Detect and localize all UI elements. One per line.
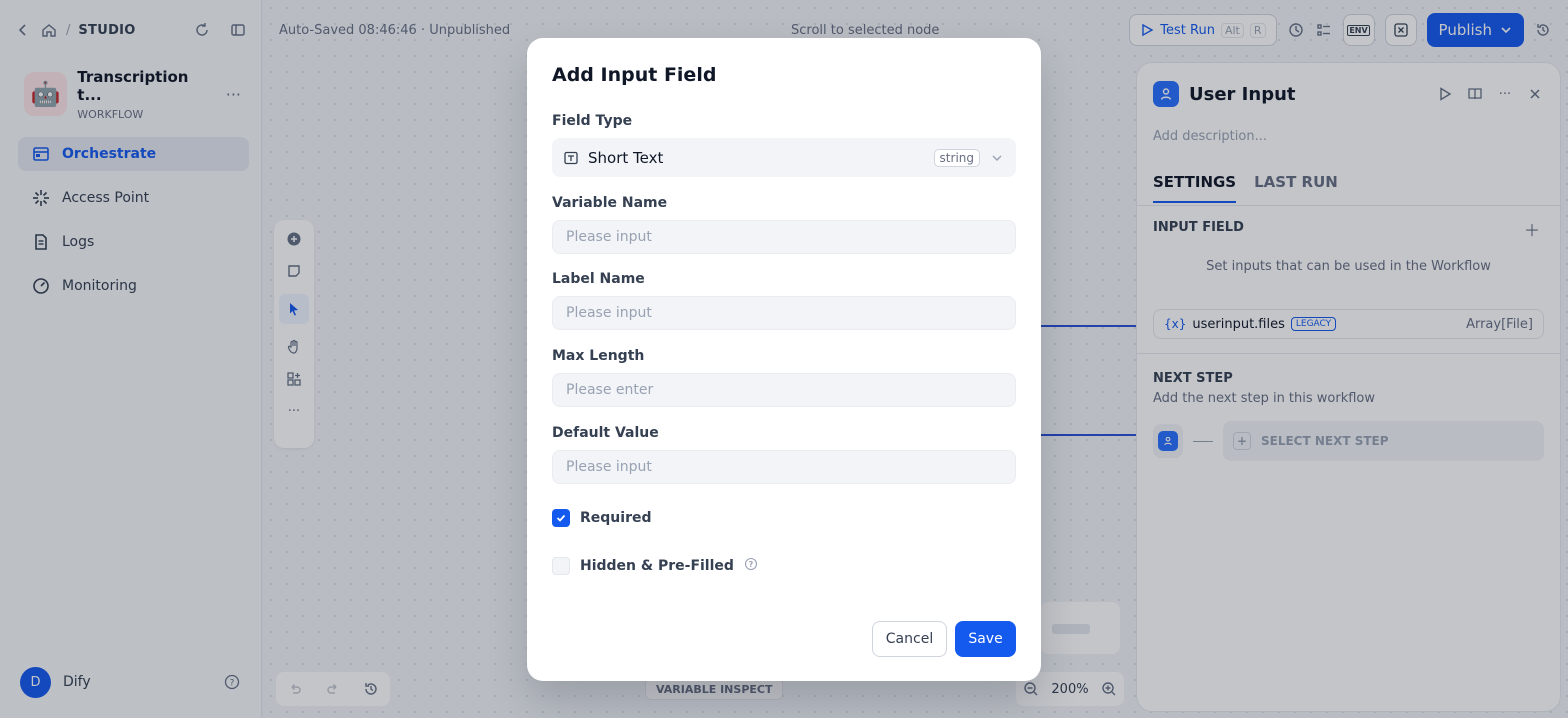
default-value-label: Default Value <box>552 425 659 441</box>
check-icon <box>556 514 566 522</box>
label-name-label: Label Name <box>552 271 645 287</box>
default-value-field[interactable] <box>552 450 1016 484</box>
max-length-label: Max Length <box>552 348 645 364</box>
label-name-field[interactable] <box>552 296 1016 330</box>
field-type-select[interactable]: Short Text string <box>552 138 1016 177</box>
field-type-tag: string <box>933 148 980 167</box>
required-label: Required <box>580 510 652 526</box>
field-type-label: Field Type <box>552 113 633 129</box>
dialog-title: Add Input Field <box>552 64 717 86</box>
required-checkbox-row[interactable]: Required <box>552 509 651 527</box>
svg-text:?: ? <box>749 560 754 569</box>
max-length-field[interactable] <box>552 373 1016 407</box>
hidden-prefilled-checkbox[interactable] <box>552 557 570 575</box>
required-checkbox[interactable] <box>552 509 570 527</box>
chevron-down-icon <box>988 149 1006 167</box>
field-type-value: Short Text <box>588 148 664 167</box>
variable-name-field[interactable] <box>552 220 1016 254</box>
help-tooltip-icon[interactable]: ? <box>744 557 758 575</box>
hidden-prefilled-label: Hidden & Pre-Filled <box>580 558 734 574</box>
variable-name-label: Variable Name <box>552 195 668 211</box>
add-input-field-dialog: Add Input Field Field Type Short Text st… <box>527 38 1041 681</box>
cancel-button[interactable]: Cancel <box>872 621 947 657</box>
text-field-icon <box>562 149 580 167</box>
save-button[interactable]: Save <box>955 621 1016 657</box>
hidden-prefilled-checkbox-row[interactable]: Hidden & Pre-Filled ? <box>552 557 758 575</box>
